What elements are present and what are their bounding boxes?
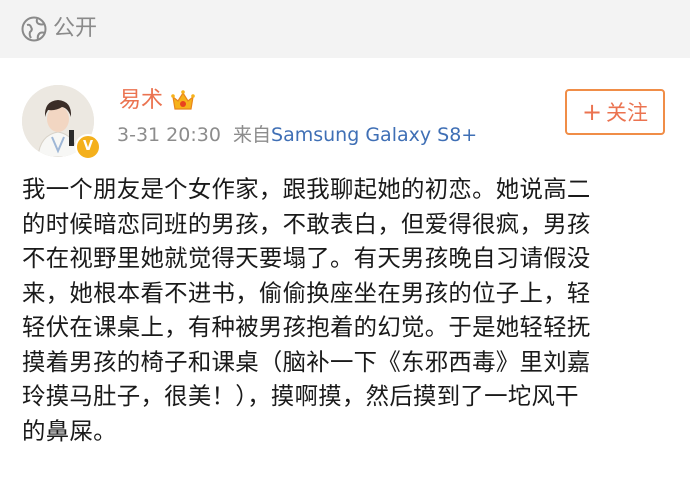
- visibility-label: 公开: [53, 16, 98, 41]
- author-name[interactable]: 易术: [119, 86, 163, 116]
- post-time: 3-31 20:30: [117, 124, 221, 146]
- follow-button[interactable]: + 关注: [565, 89, 665, 135]
- post-line: 不在视野里她就觉得天要塌了。有天男孩晚自习请假没: [22, 244, 591, 272]
- visibility-bar: 公开: [0, 0, 690, 58]
- globe-icon: [21, 16, 47, 42]
- follow-label: 关注: [606, 101, 649, 125]
- source-device-link[interactable]: Samsung Galaxy S8+: [271, 124, 477, 146]
- post-line: 轻伏在课桌上，有种被男孩抱着的幻觉。于是她轻轻抚: [22, 313, 591, 341]
- post-line: 我一个朋友是个女作家，跟我聊起她的初恋。她说高二: [22, 175, 591, 203]
- plus-icon: +: [581, 98, 603, 126]
- verified-badge-icon: V: [75, 134, 101, 160]
- post-meta: 3-31 20:30 来自Samsung Galaxy S8+: [117, 121, 477, 149]
- source-prefix: 来自: [233, 124, 272, 146]
- post-body: 我一个朋友是个女作家，跟我聊起她的初恋。她说高二 的时候暗恋同班的男孩，不敢表白…: [22, 172, 670, 448]
- post-line: 的鼻屎。: [22, 416, 117, 445]
- post-line: 来，她根本看不进书，偷偷换座坐在男孩的位子上，轻: [22, 278, 591, 307]
- post-line: 摸着男孩的椅子和课桌（脑补一下《东邪西毒》里刘嘉: [22, 347, 591, 376]
- post-line: 的时候暗恋同班的男孩，不敢表白，但爱得很疯，男孩: [22, 209, 591, 238]
- post-line: 玲摸马肚子，很美！），摸啊摸，然后摸到了一坨风干: [22, 382, 579, 410]
- crown-vip-icon: [171, 90, 195, 110]
